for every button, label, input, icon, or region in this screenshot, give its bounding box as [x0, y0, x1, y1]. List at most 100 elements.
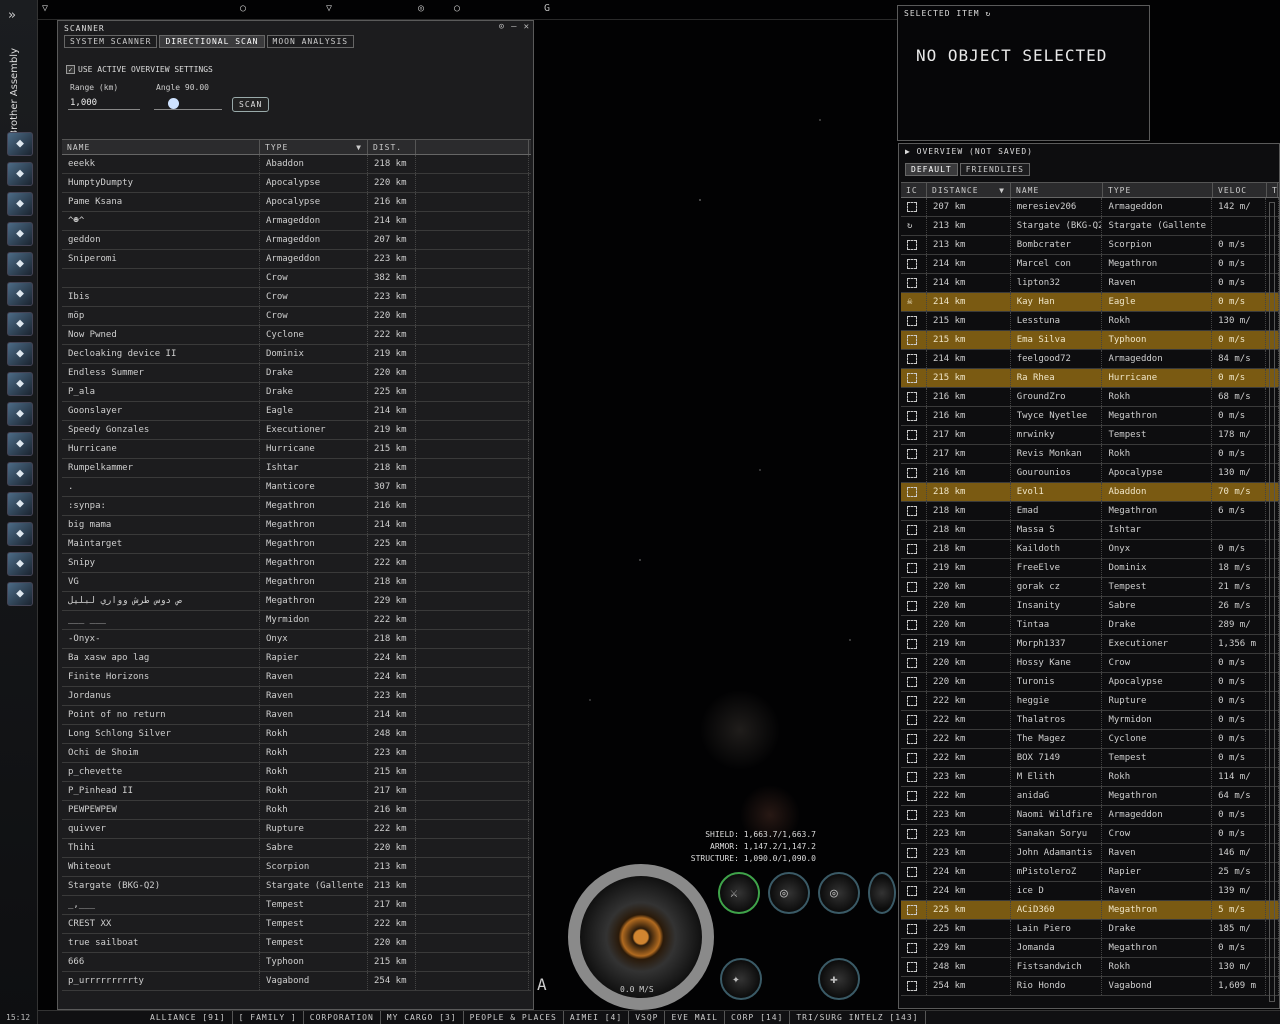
table-row[interactable]: 224 km mPistoleroZ Rapier 25 m/s	[901, 863, 1279, 882]
col-velocity[interactable]: VELOC	[1213, 183, 1267, 197]
table-row[interactable]: -Onyx- Onyx 218 km	[62, 630, 531, 649]
table-row[interactable]: 217 km mrwinky Tempest 178 m/	[901, 426, 1279, 445]
contracts-icon[interactable]: ◆	[7, 462, 33, 486]
table-row[interactable]: Point of no return Raven 214 km	[62, 706, 531, 725]
table-row[interactable]: 248 km Fistsandwich Rokh 130 m/	[901, 958, 1279, 977]
table-row[interactable]: Ba xasw apo lag Rapier 224 km	[62, 649, 531, 668]
table-row[interactable]: 215 km Ema Silva Typhoon 0 m/s	[901, 331, 1279, 350]
table-row[interactable]: 223 km Naomi Wildfire Armageddon 0 m/s	[901, 806, 1279, 825]
module-slot[interactable]: ✚	[818, 958, 860, 1000]
corp-icon[interactable]: ◆	[7, 492, 33, 516]
fitting-icon[interactable]: ◆	[7, 402, 33, 426]
table-row[interactable]: 216 km Gourounios Apocalypse 130 m/	[901, 464, 1279, 483]
table-row[interactable]: Decloaking device II Dominix 219 km	[62, 345, 531, 364]
starmap-icon[interactable]: ◆	[7, 312, 33, 336]
table-row[interactable]: Speedy Gonzales Executioner 219 km	[62, 421, 531, 440]
col-icon[interactable]: IC	[901, 183, 927, 197]
table-row[interactable]: 214 km lipton32 Raven 0 m/s	[901, 274, 1279, 293]
module-slot[interactable]: ✦	[720, 958, 762, 1000]
chat-tab[interactable]: MY CARGO [3]	[381, 1011, 464, 1024]
table-row[interactable]: ↻ 213 km Stargate (BKG-Q2) Stargate (Gallen…	[901, 217, 1279, 236]
route-marker-icon[interactable]: ○	[240, 3, 246, 14]
table-row[interactable]: quivver Rupture 222 km	[62, 820, 531, 839]
table-row[interactable]: 223 km John Adamantis Raven 146 m/	[901, 844, 1279, 863]
notepad-icon[interactable]: ◆	[7, 522, 33, 546]
expand-icon[interactable]: »	[8, 8, 16, 23]
table-row[interactable]: 222 km The Magez Cyclone 0 m/s	[901, 730, 1279, 749]
minimize-icon[interactable]: –	[511, 22, 516, 32]
help-icon[interactable]: ◆	[7, 582, 33, 606]
cargo-icon[interactable]: ◆	[7, 372, 33, 396]
table-row[interactable]: Now Pwned Cyclone 222 km	[62, 326, 531, 345]
chat-tab[interactable]: CORPORATION	[304, 1011, 381, 1024]
table-row[interactable]: 217 km Revis Monkan Rokh 0 m/s	[901, 445, 1279, 464]
table-row[interactable]: big mama Megathron 214 km	[62, 516, 531, 535]
chat-tab[interactable]: AIMEI [4]	[564, 1011, 630, 1024]
table-row[interactable]: VG Megathron 218 km	[62, 573, 531, 592]
close-icon[interactable]: ✕	[524, 22, 529, 32]
skills-icon[interactable]: ◆	[7, 162, 33, 186]
chat-tab[interactable]: [ FAMILY ]	[233, 1011, 304, 1024]
table-row[interactable]: ص دوس طرش وواري لبليل Megathron 229 km	[62, 592, 531, 611]
table-row[interactable]: Ibis Crow 223 km	[62, 288, 531, 307]
table-row[interactable]: 220 km Turonis Apocalypse 0 m/s	[901, 673, 1279, 692]
table-row[interactable]: 223 km Sanakan Soryu Crow 0 m/s	[901, 825, 1279, 844]
chat-tab[interactable]: CORP [14]	[725, 1011, 791, 1024]
table-row[interactable]: eeekk Abaddon 218 km	[62, 155, 531, 174]
table-row[interactable]: p_chevette Rokh 215 km	[62, 763, 531, 782]
mail-icon[interactable]: ◆	[7, 192, 33, 216]
channels-icon[interactable]: ◆	[7, 552, 33, 576]
autopilot-icon[interactable]: A	[537, 975, 547, 994]
scan-button[interactable]: SCAN	[232, 97, 270, 112]
table-row[interactable]: 222 km anidaG Megathron 64 m/s	[901, 787, 1279, 806]
table-row[interactable]: 214 km feelgood72 Armageddon 84 m/s	[901, 350, 1279, 369]
table-row[interactable]: Pame Ksana Apocalypse 216 km	[62, 193, 531, 212]
table-row[interactable]: 224 km ice D Raven 139 m/	[901, 882, 1279, 901]
journal-icon[interactable]: ◆	[7, 282, 33, 306]
overview-scrollbar[interactable]	[1269, 202, 1275, 1002]
table-row[interactable]: 225 km Lain Piero Drake 185 m/	[901, 920, 1279, 939]
table-row[interactable]: 219 km FreeElve Dominix 18 m/s	[901, 559, 1279, 578]
table-row[interactable]: CREST XX Tempest 222 km	[62, 915, 531, 934]
table-row[interactable]: Stargate (BKG-Q2)Stargate (Gallente 3)21…	[62, 877, 531, 896]
refresh-icon[interactable]: ↻	[985, 9, 991, 18]
table-row[interactable]: 215 km Lesstuna Rokh 130 m/	[901, 312, 1279, 331]
table-row[interactable]: Ochi de Shoim Rokh 223 km	[62, 744, 531, 763]
route-marker-icon[interactable]: ◎	[418, 3, 424, 14]
people-icon[interactable]: ◆	[7, 222, 33, 246]
table-row[interactable]: 222 km BOX 7149 Tempest 0 m/s	[901, 749, 1279, 768]
map-icon[interactable]: ◆	[7, 252, 33, 276]
module-slot[interactable]: ◎	[768, 872, 810, 914]
checkbox-icon[interactable]: ✓	[66, 65, 75, 74]
table-row[interactable]: 223 km M Elith Rokh 114 m/	[901, 768, 1279, 787]
module-slot[interactable]: ⚔	[718, 872, 760, 914]
table-row[interactable]: 222 km Thalatros Myrmidon 0 m/s	[901, 711, 1279, 730]
col-dist[interactable]: DIST.	[368, 140, 416, 154]
table-row[interactable]: Maintarget Megathron 225 km	[62, 535, 531, 554]
table-row[interactable]: 220 km Insanity Sabre 26 m/s	[901, 597, 1279, 616]
market-icon[interactable]: ◆	[7, 432, 33, 456]
overview-tab[interactable]: DEFAULT	[905, 163, 958, 176]
table-row[interactable]: Crow 382 km	[62, 269, 531, 288]
overview-tab[interactable]: FRIENDLIES	[959, 163, 1030, 176]
table-row[interactable]: ☠ 214 km Kay Han Eagle 0 m/s	[901, 293, 1279, 312]
angle-slider[interactable]	[154, 97, 222, 110]
table-row[interactable]: Snipy Megathron 222 km	[62, 554, 531, 573]
menu-icon[interactable]: ▽	[42, 3, 48, 14]
assets-icon[interactable]: ◆	[7, 342, 33, 366]
route-marker-icon[interactable]: ○	[454, 3, 460, 14]
table-row[interactable]: 222 km heggie Rupture 0 m/s	[901, 692, 1279, 711]
overview-title[interactable]: ▶ OVERVIEW (NOT SAVED)	[899, 144, 1279, 158]
table-row[interactable]: true sailboat Tempest 220 km	[62, 934, 531, 953]
table-row[interactable]: 215 km Ra Rhea Hurricane 0 m/s	[901, 369, 1279, 388]
table-row[interactable]: 229 km Jomanda Megathron 0 m/s	[901, 939, 1279, 958]
col-type[interactable]: TYPE ▼	[260, 140, 368, 154]
table-row[interactable]: Endless Summer Drake 220 km	[62, 364, 531, 383]
scanner-tab[interactable]: MOON ANALYSIS	[266, 35, 355, 48]
scanner-tab[interactable]: DIRECTIONAL SCAN	[159, 35, 265, 48]
table-row[interactable]: Goonslayer Eagle 214 km	[62, 402, 531, 421]
info-icon[interactable]: ⊙	[499, 22, 504, 32]
table-row[interactable]: Sniperomi Armageddon 223 km	[62, 250, 531, 269]
table-row[interactable]: 216 km Twyce Nyetlee Megathron 0 m/s	[901, 407, 1279, 426]
table-row[interactable]: ___ ___ Myrmidon 222 km	[62, 611, 531, 630]
